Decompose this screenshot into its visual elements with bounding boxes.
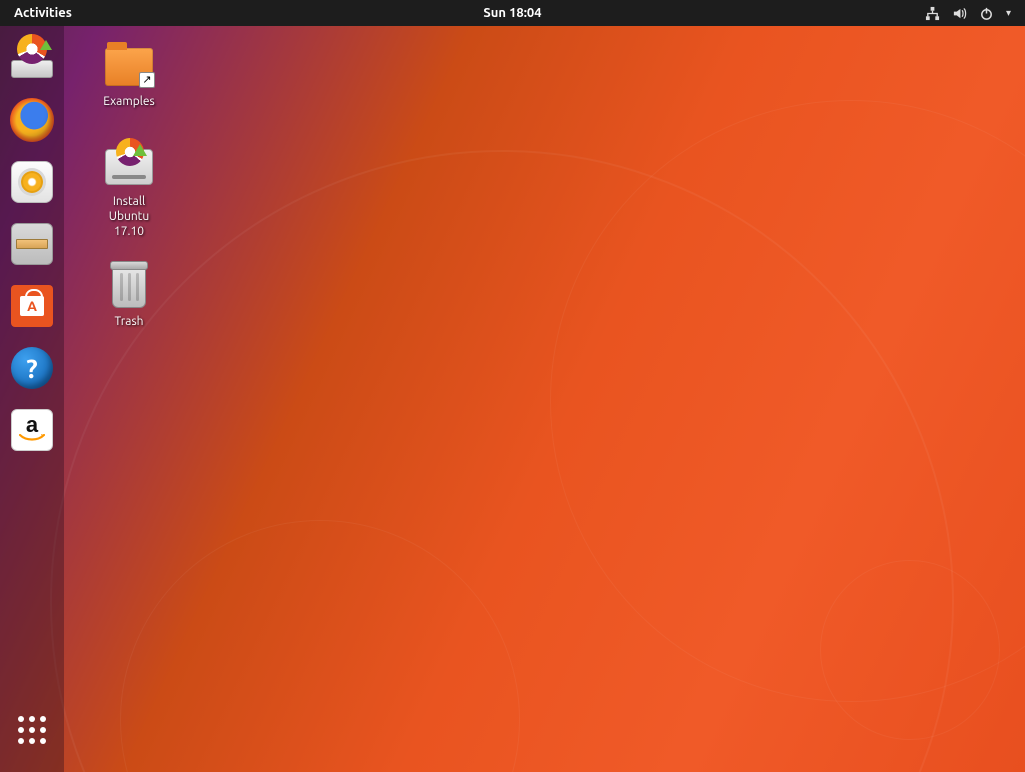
dock: A ? a xyxy=(0,26,64,772)
help-icon: ? xyxy=(11,347,53,389)
examples-folder[interactable]: ↗ Examples xyxy=(84,44,174,109)
files-launcher[interactable] xyxy=(8,220,56,268)
activities-button[interactable]: Activities xyxy=(0,0,86,26)
amazon-smile-icon xyxy=(19,434,45,444)
install-drive-icon xyxy=(104,144,154,190)
tray-dropdown-arrow-icon[interactable]: ▾ xyxy=(1006,7,1011,19)
desktop-icon-label: Trash xyxy=(84,314,174,329)
shortcut-badge-icon: ↗ xyxy=(139,72,155,88)
help-launcher[interactable]: ? xyxy=(8,344,56,392)
network-wired-icon[interactable] xyxy=(925,6,940,21)
rhythmbox-launcher[interactable] xyxy=(8,158,56,206)
software-icon: A xyxy=(11,285,53,327)
amazon-icon: a xyxy=(11,409,53,451)
amazon-a-glyph: a xyxy=(26,416,38,434)
firefox-launcher[interactable] xyxy=(8,96,56,144)
install-ubuntu-launcher[interactable] xyxy=(8,34,56,82)
install-ubuntu-desktop-icon[interactable]: Install Ubuntu 17.10 xyxy=(84,144,174,239)
install-ubuntu-icon xyxy=(9,38,55,78)
apps-grid-icon xyxy=(18,716,46,744)
power-icon[interactable] xyxy=(979,6,994,21)
software-launcher[interactable]: A xyxy=(8,282,56,330)
volume-high-icon[interactable] xyxy=(952,6,967,21)
rhythmbox-icon xyxy=(11,161,53,203)
trash-icon xyxy=(104,264,154,310)
software-a-glyph: A xyxy=(20,296,44,316)
desktop-icon-label: Install Ubuntu 17.10 xyxy=(84,194,174,239)
show-applications-button[interactable] xyxy=(8,706,56,754)
firefox-icon xyxy=(10,98,54,142)
files-icon xyxy=(11,223,53,265)
amazon-launcher[interactable]: a xyxy=(8,406,56,454)
clock[interactable]: Sun 18:04 xyxy=(483,6,541,20)
system-tray[interactable]: ▾ xyxy=(925,6,1025,21)
folder-icon: ↗ xyxy=(104,44,154,90)
desktop[interactable]: ↗ Examples Install Ubuntu 17.10 Trash xyxy=(64,26,1025,772)
top-bar: Activities Sun 18:04 ▾ xyxy=(0,0,1025,26)
trash-desktop-icon[interactable]: Trash xyxy=(84,264,174,329)
desktop-icon-label: Examples xyxy=(84,94,174,109)
